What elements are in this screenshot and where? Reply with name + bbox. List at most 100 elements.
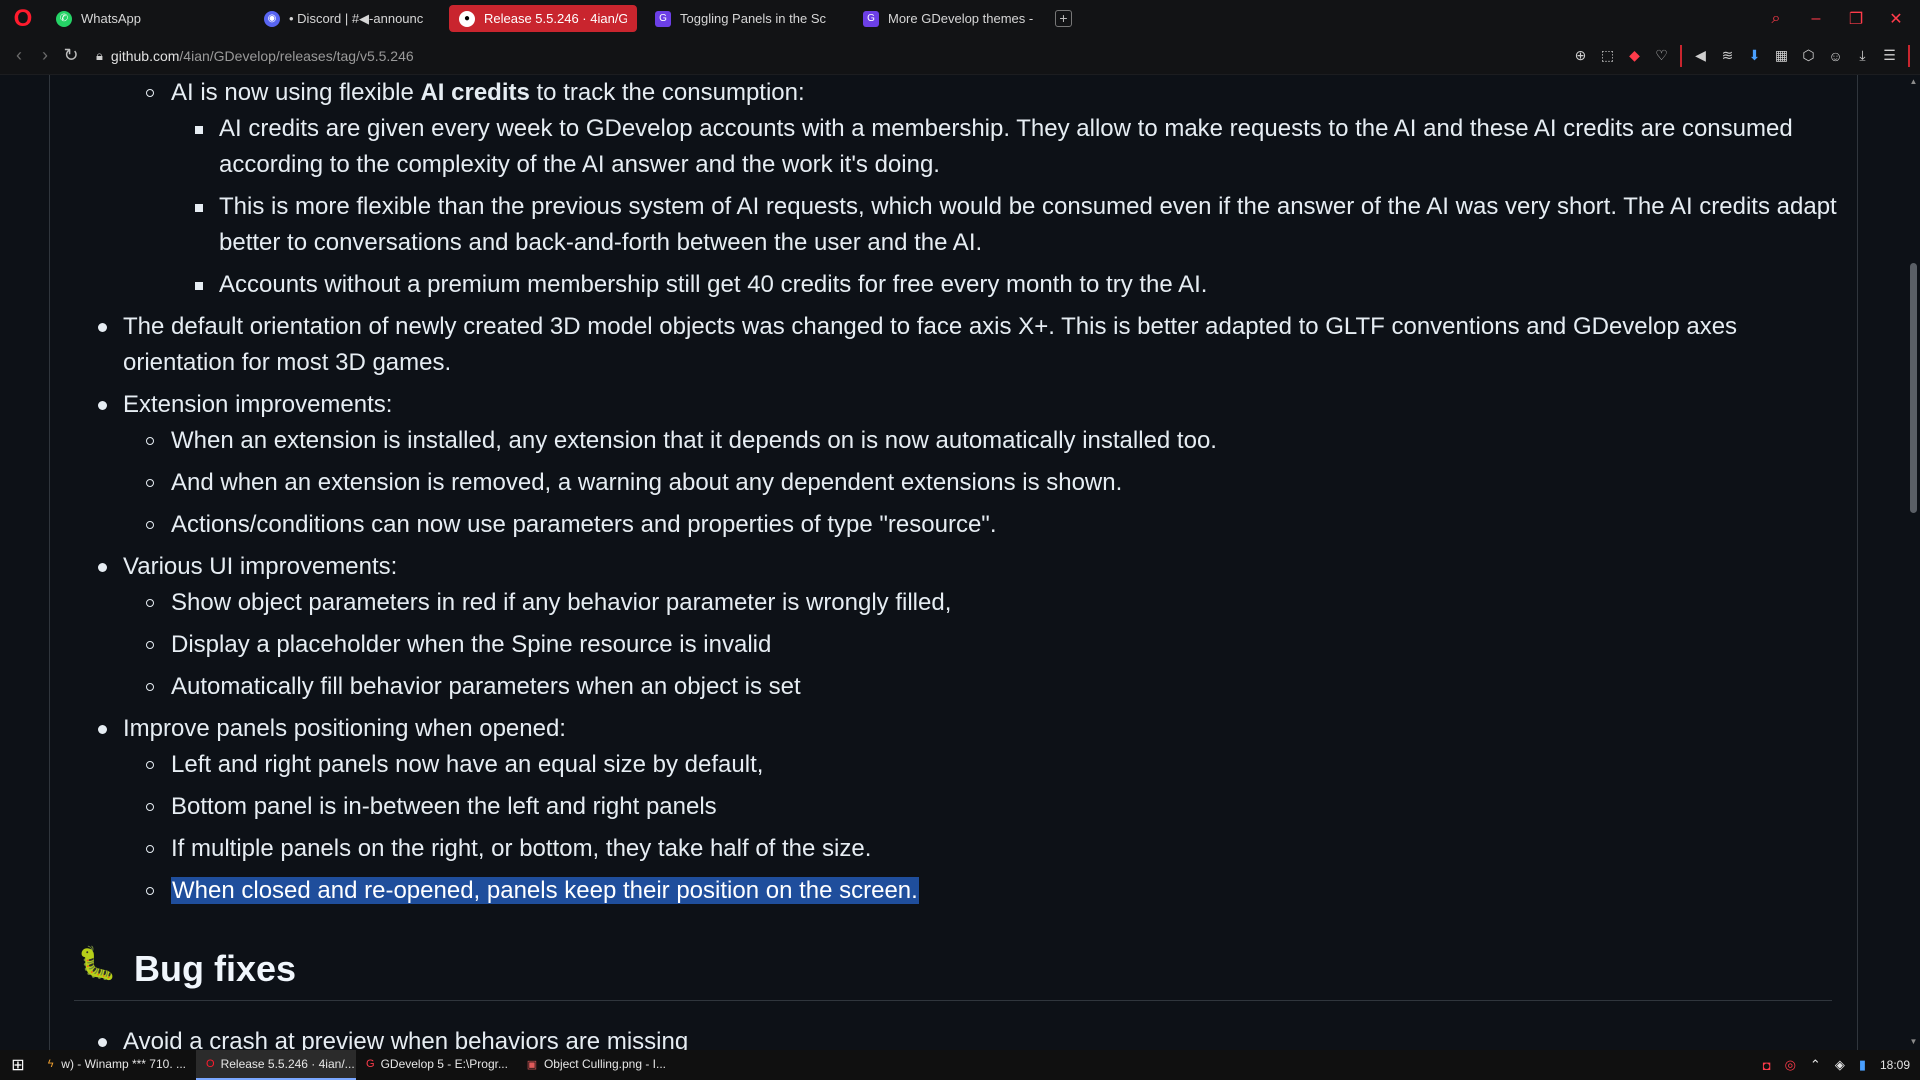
- extension-image-icon[interactable]: ▦: [1773, 47, 1790, 64]
- clock[interactable]: 18:09: [1880, 1058, 1910, 1072]
- list-item: Avoid a crash at preview when behaviors …: [123, 1028, 689, 1050]
- lock-icon[interactable]: 🔒︎: [96, 48, 103, 64]
- list-item: Show object parameters in red if any beh…: [171, 589, 952, 616]
- snapshot-icon[interactable]: ⬚: [1599, 47, 1616, 64]
- taskbar-item-gdevelop[interactable]: G GDevelop 5 - E:\Progr...: [356, 1050, 516, 1080]
- tab-discord[interactable]: ◉ • Discord | #◀-announc: [254, 5, 441, 32]
- release-notes-body: AI is now using flexible AI credits to t…: [49, 75, 1858, 1050]
- windows-start-icon[interactable]: ⊞: [0, 1050, 36, 1080]
- list-item-continuation: according to the complexity of the AI an…: [219, 151, 940, 178]
- minimize-icon[interactable]: –: [1808, 10, 1824, 28]
- account-icon[interactable]: ☺: [1827, 47, 1844, 64]
- tab-label: More GDevelop themes -: [888, 11, 1033, 26]
- list-item: Display a placeholder when the Spine res…: [171, 631, 772, 658]
- heart-icon[interactable]: ♡: [1653, 47, 1670, 64]
- list-bullet: [146, 599, 154, 607]
- taskbar-item-winamp[interactable]: ϟ w) - Winamp *** 710. ...: [36, 1050, 196, 1080]
- list-bullet: [98, 1038, 107, 1047]
- scroll-up-icon[interactable]: ▲: [1909, 77, 1918, 86]
- gamepad-icon[interactable]: ◈: [1835, 1057, 1845, 1073]
- list-bullet: [98, 563, 107, 572]
- taskbar-label: w) - Winamp *** 710. ...: [61, 1057, 186, 1071]
- speaker-icon[interactable]: ◀: [1692, 47, 1709, 64]
- list-bullet: [146, 437, 154, 445]
- list-item: AI is now using flexible AI credits to t…: [171, 79, 805, 106]
- download-arrow-icon[interactable]: ⬇: [1746, 47, 1763, 64]
- scrollbar-thumb[interactable]: [1910, 263, 1917, 513]
- close-icon[interactable]: ✕: [1888, 9, 1904, 29]
- gdevelop-icon: G: [366, 1058, 375, 1070]
- taskbar-label: Release 5.5.246 · 4ian/...: [220, 1057, 355, 1071]
- list-bullet: [195, 204, 203, 212]
- toolbar-edge: [1908, 44, 1910, 67]
- tab-label: • Discord | #◀-announc: [289, 10, 424, 26]
- rss-icon[interactable]: ≋: [1719, 47, 1736, 64]
- discord-icon: ◉: [264, 10, 280, 27]
- network-tray-icon[interactable]: ▮: [1859, 1057, 1866, 1073]
- github-icon: ●: [459, 10, 475, 27]
- downloads-icon[interactable]: ⤓: [1854, 47, 1871, 64]
- tab-label: Toggling Panels in the Sc: [680, 11, 826, 26]
- toolbar-divider: [1680, 44, 1682, 67]
- tab-gdevelop-themes[interactable]: G More GDevelop themes -: [853, 5, 1043, 32]
- tab-github-release[interactable]: ● Release 5.5.246 · 4ian/G: [449, 5, 637, 32]
- back-icon[interactable]: ‹: [6, 45, 32, 66]
- selected-text[interactable]: When closed and re-opened, panels keep t…: [171, 877, 919, 904]
- bug-icon: 🐛: [77, 945, 117, 981]
- tab-toggling-panels[interactable]: G Toggling Panels in the Sc: [645, 5, 845, 32]
- tab-whatsapp[interactable]: ✆ WhatsApp: [46, 5, 246, 32]
- list-item: When closed and re-opened, panels keep t…: [171, 873, 919, 909]
- list-item: This is more flexible than the previous …: [219, 193, 1837, 220]
- tab-label: Release 5.5.246 · 4ian/G: [484, 11, 627, 26]
- chevron-up-icon[interactable]: ⌃: [1810, 1057, 1821, 1073]
- browser-tab-bar: O ✆ WhatsApp ◉ • Discord | #◀-announc ● …: [0, 0, 1920, 37]
- whatsapp-icon: ✆: [56, 10, 72, 27]
- list-item: And when an extension is removed, a warn…: [171, 469, 1123, 496]
- list-item: AI credits are given every week to GDeve…: [219, 115, 1793, 142]
- opera-menu-icon[interactable]: O: [0, 0, 46, 37]
- scroll-down-icon[interactable]: ▼: [1909, 1037, 1918, 1046]
- extensions-icon[interactable]: ⬡: [1800, 47, 1817, 64]
- list-bullet: [146, 761, 154, 769]
- list-item: Bottom panel is in-between the left and …: [171, 793, 717, 820]
- list-item: Left and right panels now have an equal …: [171, 751, 764, 778]
- system-tray: ◘ ◎ ⌃ ◈ ▮ 18:09: [1763, 1057, 1920, 1073]
- bold-text: AI credits: [420, 79, 530, 106]
- list-bullet: [195, 126, 203, 134]
- gdevelop-icon: G: [655, 10, 671, 27]
- taskbar-item-image-editor[interactable]: ▣ Object Culling.png - I...: [516, 1050, 676, 1080]
- list-bullet: [98, 323, 107, 332]
- reload-icon[interactable]: ↻: [58, 45, 84, 66]
- list-bullet: [98, 725, 107, 734]
- taskbar-label: Object Culling.png - I...: [543, 1057, 666, 1071]
- list-item-continuation: better to conversations and back-and-for…: [219, 229, 983, 256]
- page-viewport: AI is now using flexible AI credits to t…: [0, 75, 1907, 1050]
- antivirus-tray-icon[interactable]: ◘: [1763, 1058, 1771, 1073]
- list-item: Accounts without a premium membership st…: [219, 271, 1208, 298]
- list-bullet: [146, 479, 154, 487]
- image-editor-icon: ▣: [526, 1058, 538, 1071]
- list-item: Extension improvements:: [123, 391, 393, 418]
- list-item: The default orientation of newly created…: [123, 313, 1738, 340]
- url-field[interactable]: github.com/4ian/GDevelop/releases/tag/v5…: [111, 48, 414, 64]
- search-tabs-icon[interactable]: ⌕: [1768, 10, 1784, 28]
- list-item: Improve panels positioning when opened:: [123, 715, 566, 742]
- page-scrollbar[interactable]: ▲ ▼: [1907, 75, 1920, 1050]
- browser-toolbar: ⊕ ⬚ ◆ ♡ ◀ ≋ ⬇ ▦ ⬡ ☺ ⤓ ☰: [1572, 44, 1920, 67]
- list-bullet: [146, 887, 154, 895]
- menu-icon[interactable]: ☰: [1881, 47, 1898, 64]
- url-host: github.com: [110, 47, 180, 64]
- forward-icon[interactable]: ›: [32, 45, 58, 66]
- new-tab-button[interactable]: +: [1055, 10, 1072, 27]
- list-bullet: [146, 683, 154, 691]
- tab-label: WhatsApp: [81, 11, 141, 26]
- restore-icon[interactable]: ❐: [1848, 9, 1864, 29]
- opera-gx-tray-icon[interactable]: ◎: [1785, 1057, 1796, 1073]
- heading-divider: [74, 1000, 1832, 1001]
- taskbar-item-browser[interactable]: O Release 5.5.246 · 4ian/...: [196, 1050, 356, 1080]
- zoom-icon[interactable]: ⊕: [1572, 47, 1589, 64]
- pocket-icon[interactable]: ◆: [1626, 47, 1643, 64]
- taskbar-label: GDevelop 5 - E:\Progr...: [380, 1057, 508, 1071]
- list-item: Various UI improvements:: [123, 553, 398, 580]
- winamp-icon: ϟ: [47, 1058, 54, 1070]
